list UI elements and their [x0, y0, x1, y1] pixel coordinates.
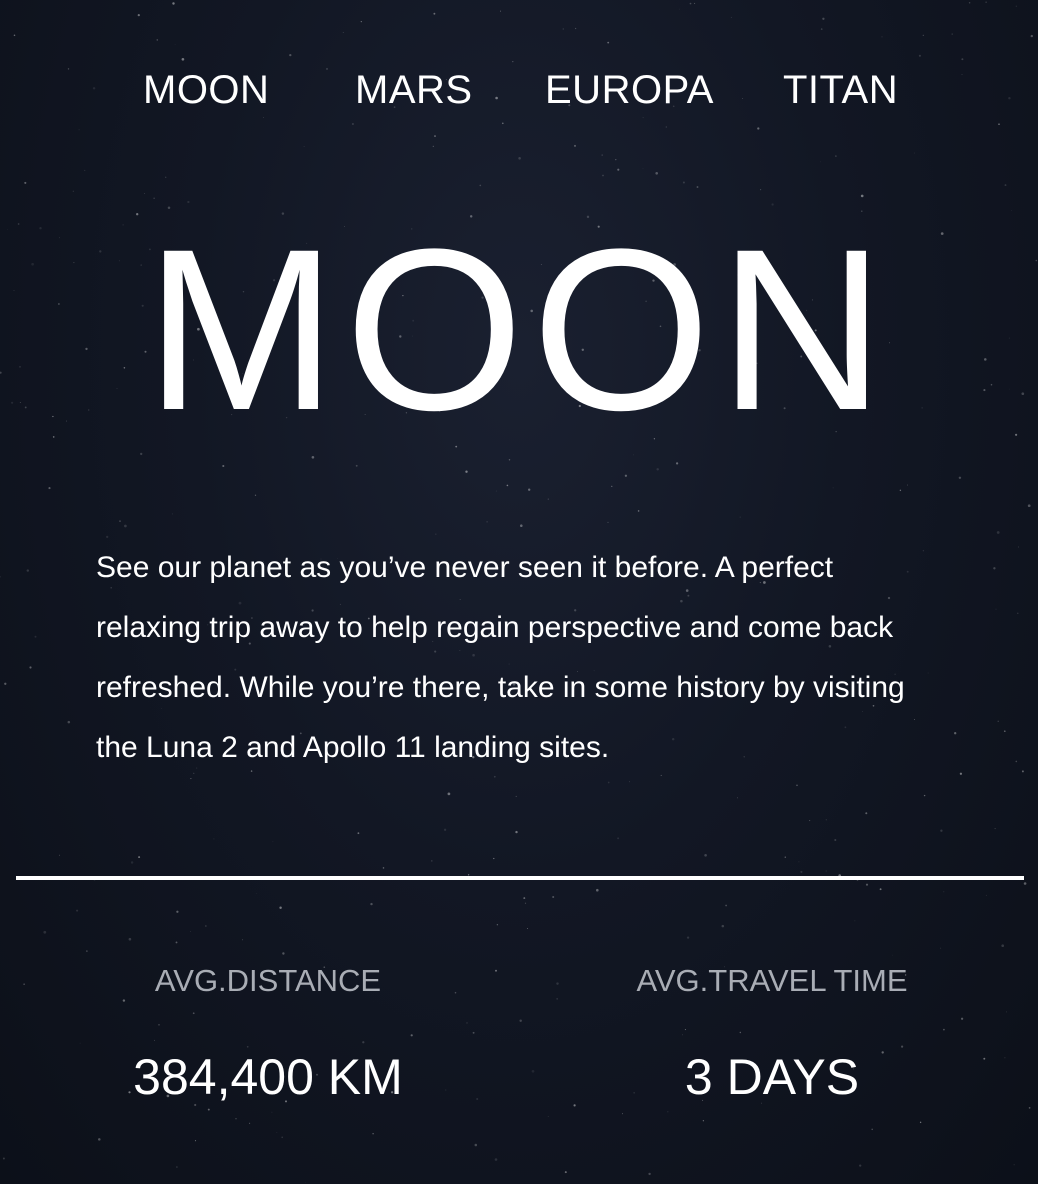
destination-description: See our planet as you’ve never seen it b…	[96, 551, 905, 764]
stat-distance-label: AVG.DISTANCE	[154, 963, 382, 998]
section-divider	[16, 876, 1024, 880]
stat-distance: AVG.DISTANCE 384,400 KM	[58, 955, 478, 1109]
destination-title: MOON	[145, 201, 893, 458]
stat-travel-time: AVG.TRAVEL TIME 3 DAYS	[562, 955, 982, 1109]
stat-distance-value: 384,400 KM	[133, 1049, 403, 1105]
stat-travel-time-label: AVG.TRAVEL TIME	[636, 963, 908, 998]
stat-travel-time-value: 3 DAYS	[684, 1049, 860, 1105]
nav-item-europa[interactable]: EUROPA	[545, 62, 714, 118]
nav-item-moon[interactable]: MOON	[143, 62, 269, 118]
nav-item-titan[interactable]: TITAN	[783, 62, 898, 118]
destination-nav: MOON MARS EUROPA TITAN	[0, 62, 1038, 118]
nav-item-mars[interactable]: MARS	[355, 62, 473, 118]
